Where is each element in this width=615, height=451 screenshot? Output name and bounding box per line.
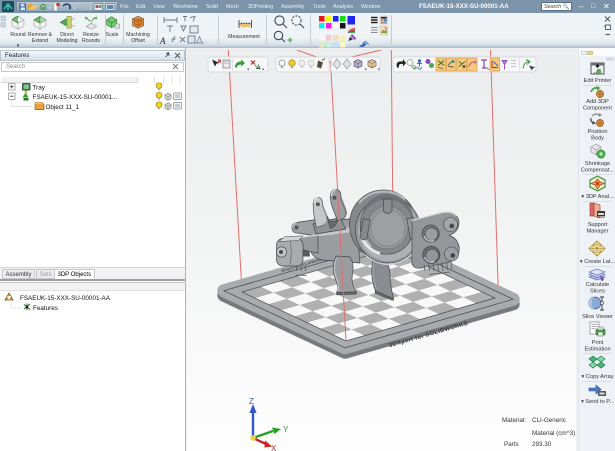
svg-text:▾ Create Lat...: ▾ Create Lat... [580, 259, 615, 265]
svg-text:Object 11_1: Object 11_1 [46, 104, 80, 111]
svg-text:Slice Viewer: Slice Viewer [582, 314, 613, 320]
svg-text:CLI-Generic: CLI-Generic [532, 417, 566, 424]
svg-text:Support: Support [588, 222, 608, 228]
svg-text:▾ 3DP Anal...: ▾ 3DP Anal... [581, 194, 614, 200]
svg-text:FSAEUK-15-XXX-SU-00001...: FSAEUK-15-XXX-SU-00001... [33, 94, 118, 101]
svg-text:Edit Printer: Edit Printer [584, 78, 612, 84]
svg-text:Position: Position [588, 129, 608, 135]
svg-text:FSAEUK-15-XXX-SU-00001-AA: FSAEUK-15-XXX-SU-00001-AA [20, 295, 111, 302]
svg-text:Material:: Material: [502, 417, 526, 424]
svg-text:Parts: Parts [504, 441, 519, 448]
svg-text:Z: Z [249, 397, 254, 406]
svg-text:Estimation: Estimation [584, 347, 610, 353]
svg-text:Body: Body [591, 136, 604, 142]
svg-text:Tray: Tray [33, 85, 46, 92]
svg-text:A: A [159, 36, 166, 46]
svg-text:▾ Send to P...: ▾ Send to P... [581, 399, 614, 405]
svg-text:Print: Print [592, 340, 604, 346]
svg-text:Add 3DP: Add 3DP [586, 99, 609, 105]
svg-text:Calculate: Calculate [586, 282, 609, 288]
svg-text:X: X [271, 444, 277, 451]
svg-text:Compensat...: Compensat... [581, 168, 615, 174]
svg-text:Manager: Manager [586, 229, 608, 235]
svg-text:Y: Y [283, 425, 289, 434]
svg-text:Material (cm^3): Material (cm^3) [532, 430, 575, 437]
svg-text:Shrinkage: Shrinkage [585, 161, 610, 167]
svg-text:293.30: 293.30 [532, 441, 552, 448]
svg-text:Slices: Slices [590, 289, 605, 295]
svg-text:Component: Component [583, 106, 612, 112]
svg-text:▾ Copy Array: ▾ Copy Array [581, 374, 613, 380]
svg-text:Features: Features [33, 305, 58, 312]
